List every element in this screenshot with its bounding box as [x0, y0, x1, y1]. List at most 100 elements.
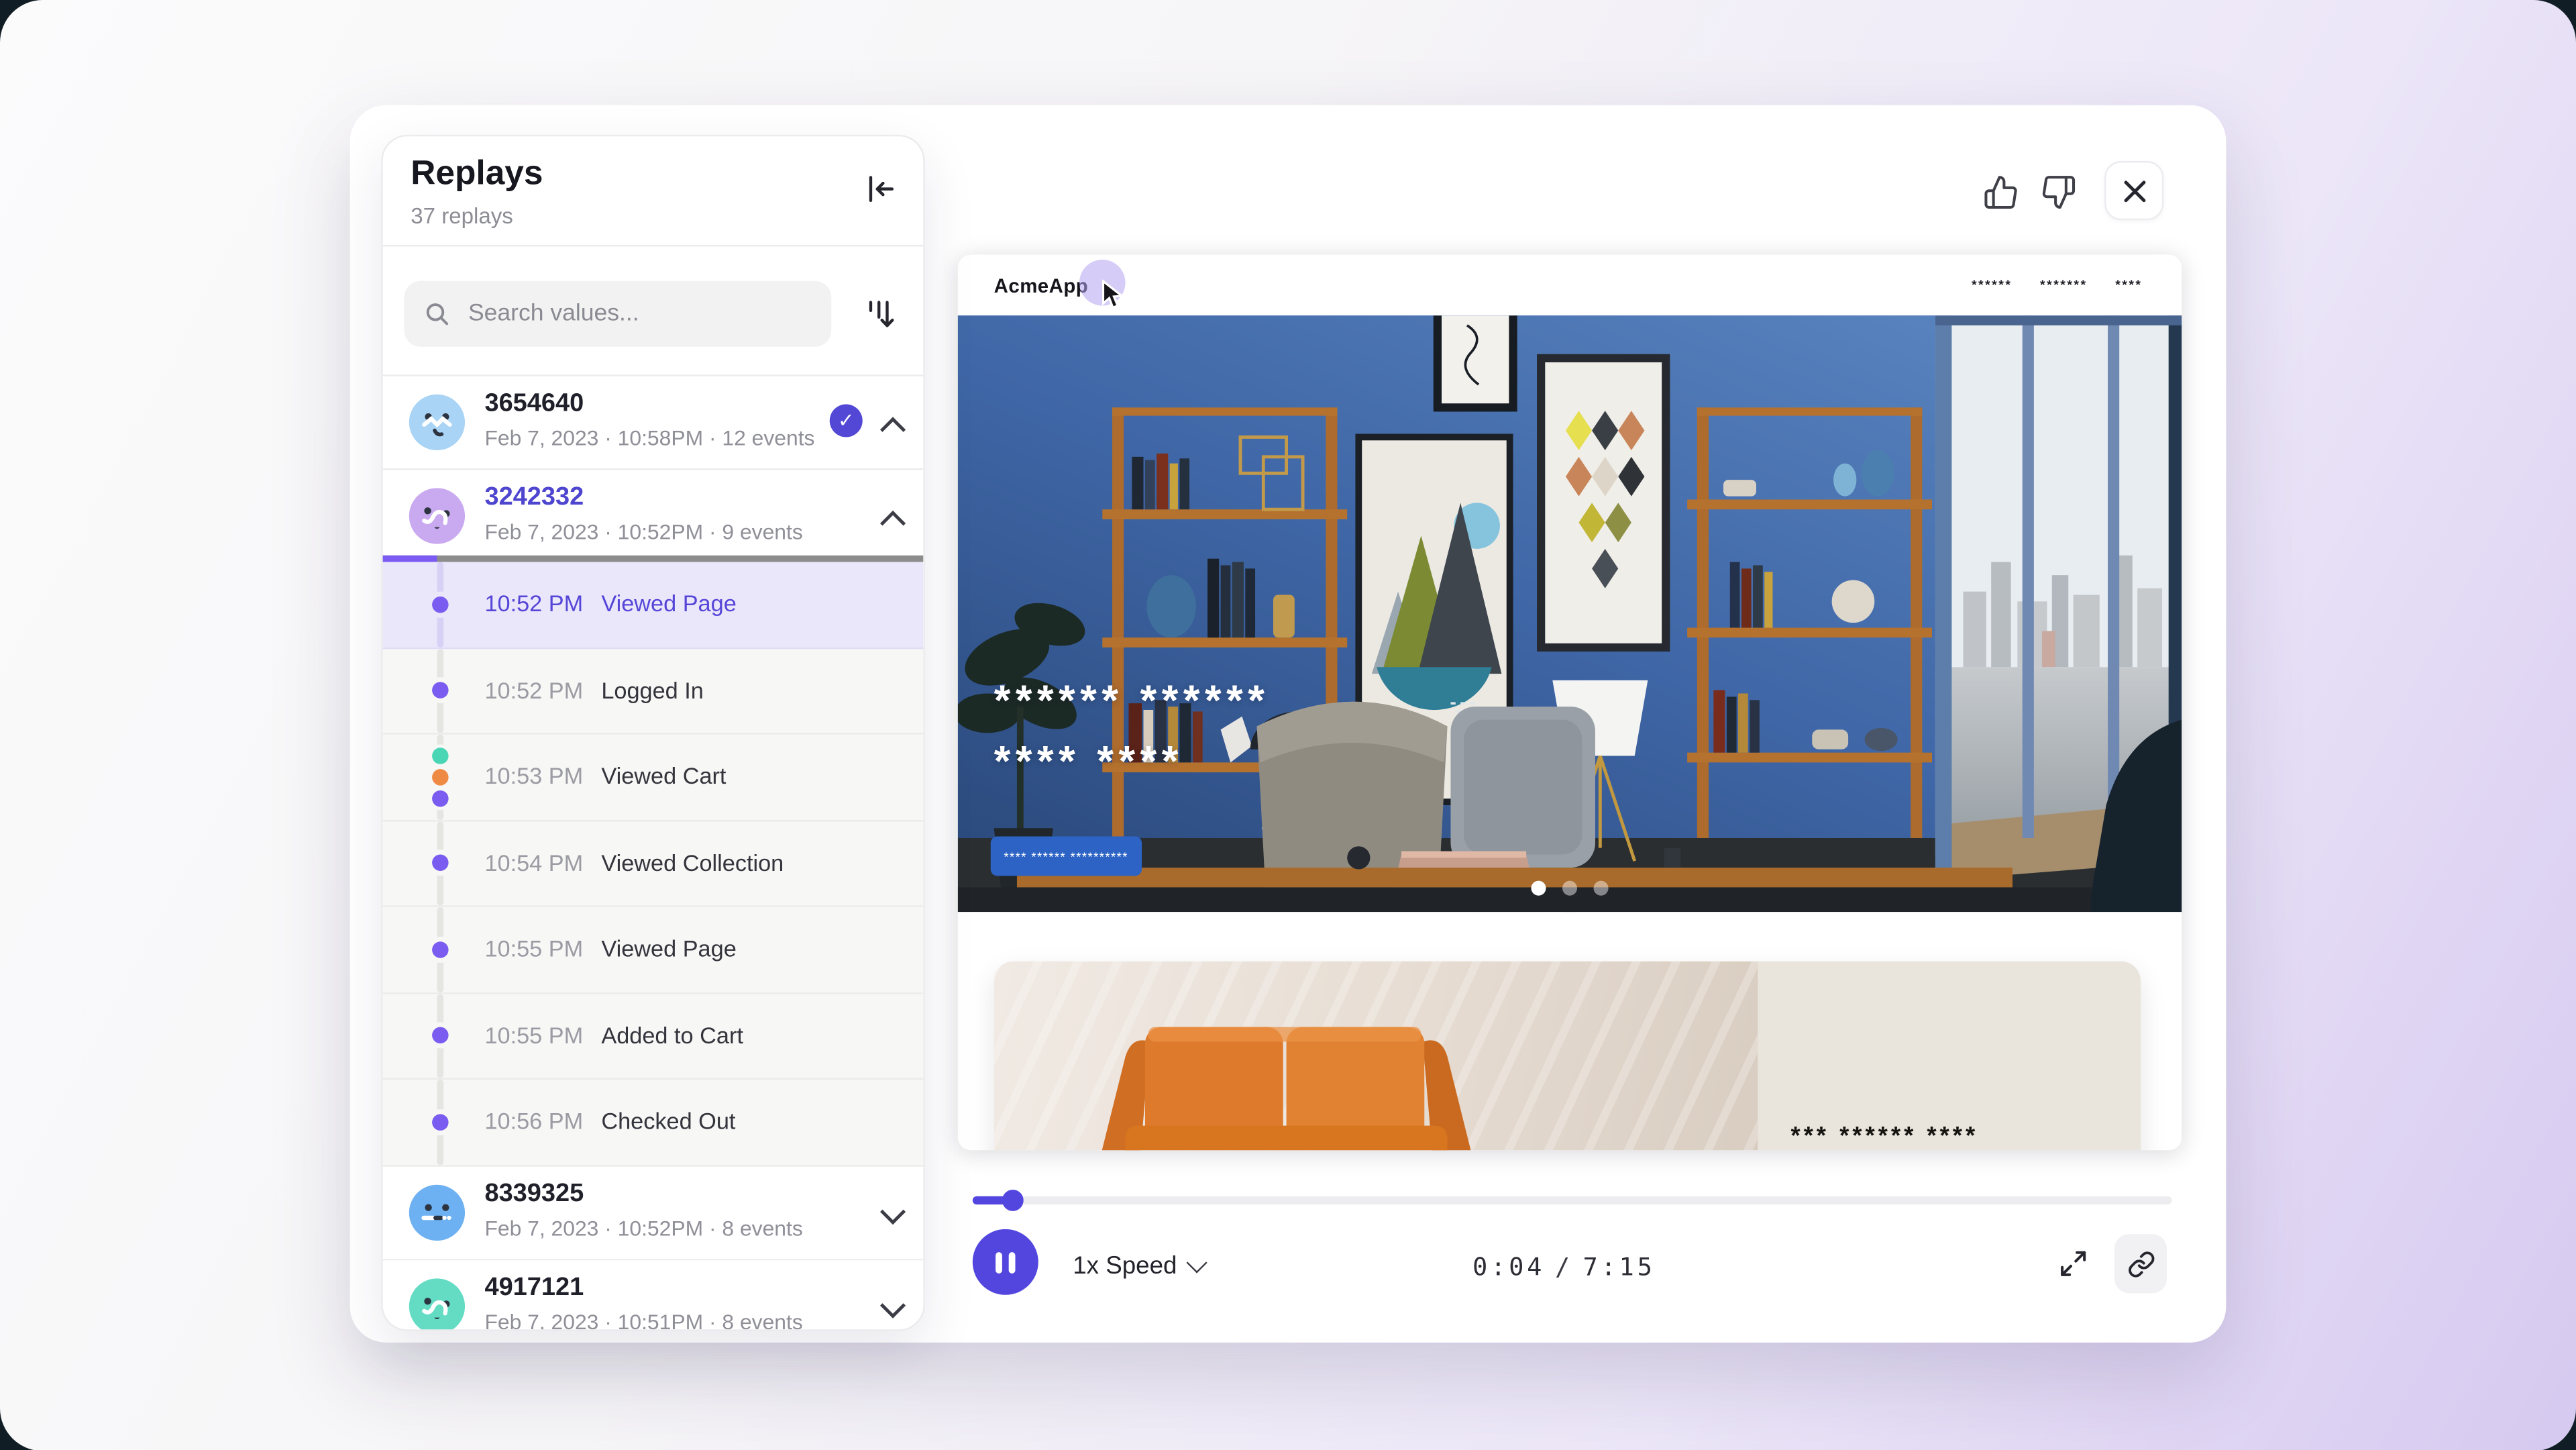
event-time: 10:52 PM [484, 676, 583, 703]
chevron-up-icon[interactable] [880, 511, 906, 536]
carousel-dot-active [1531, 881, 1546, 896]
event-row[interactable]: 10:54 PM Viewed Collection [383, 821, 924, 907]
thumbs-up-button[interactable] [1975, 166, 2027, 218]
event-dot [432, 747, 448, 764]
masked-cta-button: **** ****** ********** [991, 837, 1142, 876]
diamond-poster [1541, 358, 1666, 648]
sidebar-header: Replays 37 replays [383, 136, 924, 246]
recorded-site-header: AcmeApp ****** ******* **** [958, 255, 2182, 316]
session-avatar [409, 1278, 465, 1331]
session-id: 3654640 [484, 389, 584, 419]
playback-progress-bar[interactable] [973, 1196, 2172, 1204]
pause-button[interactable] [973, 1229, 1038, 1295]
session-row-selected[interactable]: 3242332 Feb 7, 2023 · 10:52PM · 9 events [383, 468, 924, 556]
sidebar-search-row [383, 246, 924, 374]
page-title: Replays [411, 154, 543, 194]
sort-button[interactable] [859, 294, 902, 337]
line-art-frame [1438, 315, 1513, 407]
thumbs-down-button[interactable] [2032, 166, 2084, 218]
search-box[interactable] [404, 281, 831, 347]
sofa-illustration [994, 962, 1758, 1151]
session-meta: Feb 7, 2023 · 10:51PM · 8 events [484, 1309, 802, 1331]
event-time: 10:54 PM [484, 849, 583, 875]
event-label: Viewed Page [601, 935, 736, 961]
chevron-up-icon[interactable] [880, 417, 906, 442]
time-separator: / [1555, 1252, 1573, 1282]
window-city-view [1935, 315, 2182, 912]
event-dot [432, 682, 448, 698]
replays-sidebar: Replays 37 replays [381, 135, 925, 1331]
session-avatar [409, 488, 465, 543]
expand-icon [2059, 1249, 2088, 1278]
event-dot [432, 855, 448, 871]
session-id: 4917121 [484, 1273, 584, 1302]
event-label: Added to Cart [601, 1021, 743, 1047]
time-current: 0:04 [1472, 1252, 1545, 1282]
recorded-site-nav: ****** ******* **** [1972, 278, 2143, 293]
chevron-down-icon[interactable] [880, 1292, 906, 1317]
nav-item-masked: **** [2115, 278, 2142, 293]
session-meta: Feb 7, 2023 · 10:58PM · 12 events [484, 425, 814, 450]
playback-time: 0:04 / 7:15 [1318, 1252, 1811, 1282]
sessions-list: 3654640 Feb 7, 2023 · 10:58PM · 12 event… [383, 374, 924, 1331]
masked-headline: ****** ****** **** **** [994, 670, 1270, 792]
office-room-photo [958, 315, 2182, 912]
product-card-text-panel: *** ****** **** [1758, 962, 2141, 1151]
session-row[interactable]: 8339325 Feb 7, 2023 · 10:52PM · 8 events [383, 1166, 924, 1258]
copy-link-button[interactable] [2114, 1234, 2167, 1293]
event-dot [432, 790, 448, 806]
sofa-photo [994, 962, 1758, 1151]
close-button[interactable] [2104, 161, 2163, 220]
event-time: 10:55 PM [484, 1021, 583, 1047]
session-replay-app: AcmeApp ****** ******* **** [0, 0, 2576, 1450]
recorded-site-logo: AcmeApp [994, 274, 1089, 297]
event-timeline: 10:52 PM Viewed Page 10:52 PM Logged In [383, 562, 924, 1166]
collapse-left-icon [863, 171, 899, 207]
time-total: 7:15 [1583, 1252, 1656, 1282]
masked-headline-line1: ****** ****** [994, 676, 1270, 725]
cursor-icon [1101, 279, 1126, 319]
progress-thumb[interactable] [1002, 1190, 1024, 1211]
event-row[interactable]: 10:53 PM Viewed Cart [383, 735, 924, 821]
event-label: Viewed Cart [601, 762, 726, 788]
pause-icon [996, 1251, 1002, 1273]
session-watch-bar [383, 556, 924, 562]
event-dot [432, 1114, 448, 1130]
nav-item-masked: ****** [1972, 278, 2012, 293]
event-row[interactable]: 10:55 PM Added to Cart [383, 993, 924, 1080]
session-avatar [409, 1184, 465, 1240]
recorded-hero-section: ****** ****** **** **** **** ****** *****… [958, 315, 2182, 912]
event-time: 10:55 PM [484, 935, 583, 961]
session-row[interactable]: 3654640 Feb 7, 2023 · 10:58PM · 12 event… [383, 374, 924, 468]
event-row[interactable]: 10:52 PM Logged In [383, 648, 924, 735]
search-input[interactable] [465, 299, 812, 329]
event-label: Viewed Page [601, 590, 736, 616]
session-meta: Feb 7, 2023 · 10:52PM · 9 events [484, 519, 802, 544]
close-icon [2122, 178, 2147, 203]
session-group-expanded: 3242332 Feb 7, 2023 · 10:52PM · 9 events… [383, 468, 924, 1166]
masked-headline-line2: **** **** [994, 736, 1183, 785]
event-time: 10:56 PM [484, 1108, 583, 1134]
session-row[interactable]: 4917121 Feb 7, 2023 · 10:51PM · 8 events [383, 1258, 924, 1331]
speed-dropdown[interactable]: 1x Speed [1073, 1251, 1205, 1280]
event-dot [432, 596, 448, 612]
collapse-sidebar-button[interactable] [861, 171, 900, 211]
chevron-down-icon[interactable] [880, 1198, 906, 1224]
event-label: Checked Out [601, 1108, 735, 1134]
replays-count: 37 replays [411, 204, 513, 229]
masked-product-text: *** ****** **** [1790, 1123, 1978, 1151]
event-row[interactable]: 10:55 PM Viewed Page [383, 907, 924, 994]
watched-check-badge: ✓ [830, 404, 863, 437]
session-id: 8339325 [484, 1179, 584, 1208]
link-icon [2127, 1249, 2155, 1278]
session-meta: Feb 7, 2023 · 10:52PM · 8 events [484, 1215, 802, 1240]
event-label: Viewed Collection [601, 849, 784, 875]
event-dot [432, 769, 448, 785]
event-row-selected[interactable]: 10:52 PM Viewed Page [383, 562, 924, 649]
fullscreen-button[interactable] [2049, 1239, 2098, 1288]
nav-item-masked: ******* [2040, 278, 2088, 293]
event-row[interactable]: 10:56 PM Checked Out [383, 1080, 924, 1166]
event-label: Logged In [601, 676, 704, 703]
session-id: 3242332 [484, 483, 584, 513]
session-watch-bar-fill [383, 556, 437, 562]
